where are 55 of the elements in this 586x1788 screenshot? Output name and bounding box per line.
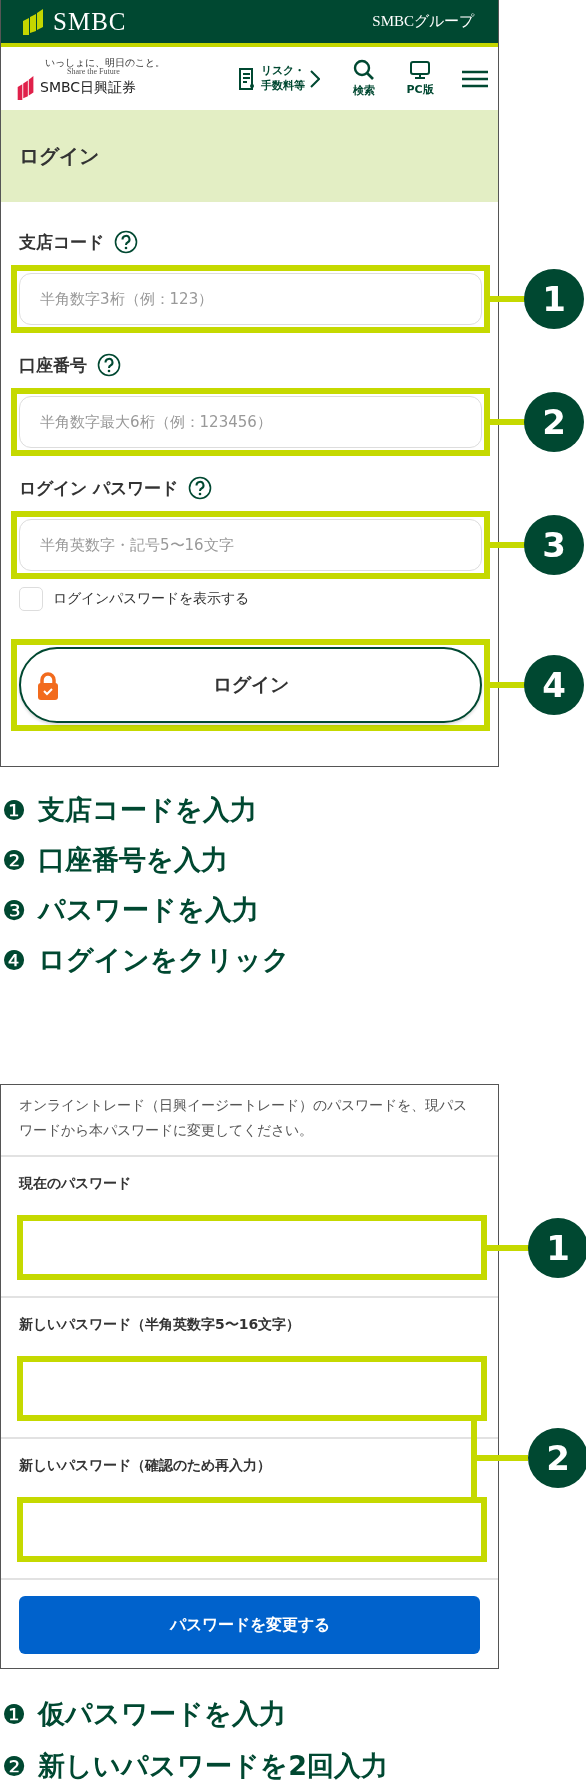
notice-text: オンライントレード（日興イージートレード）のパスワードを、現パスワードから本パスワードに変更してください。 bbox=[1, 1085, 498, 1158]
pc-version-button[interactable]: PC版 bbox=[396, 60, 444, 97]
help-icon[interactable] bbox=[187, 476, 212, 500]
password-field[interactable] bbox=[17, 1215, 487, 1281]
step-marker: 3 bbox=[524, 515, 584, 575]
document-icon bbox=[238, 66, 256, 91]
step-marker: 4 bbox=[524, 655, 584, 715]
step-text: 口座番号を入力 bbox=[38, 843, 229, 877]
step-marker: 1 bbox=[524, 269, 584, 329]
field-label: ログイン パスワード bbox=[19, 476, 178, 500]
step-number: ❷ bbox=[2, 1750, 27, 1782]
step-number: ❹ bbox=[2, 944, 27, 976]
field-label: 新しいパスワード（確認のため再入力） bbox=[19, 1457, 272, 1476]
input-field[interactable]: 半角数字3桁（例：123） bbox=[19, 273, 482, 325]
menu-icon[interactable] bbox=[462, 69, 488, 88]
checkbox-label: ログインパスワードを表示する bbox=[53, 590, 249, 608]
field-label: 支店コード bbox=[19, 230, 104, 254]
step-number: ❷ bbox=[2, 844, 27, 876]
company-name: SMBC日興証券 bbox=[40, 79, 137, 98]
group-name: SMBCグループ bbox=[372, 12, 474, 31]
step-number: ❶ bbox=[2, 794, 27, 826]
step-text: 支店コードを入力 bbox=[38, 793, 258, 827]
input-field[interactable]: 半角数字最大6桁（例：123456） bbox=[19, 396, 482, 448]
stripes-logo-icon bbox=[23, 8, 43, 35]
step-marker: 2 bbox=[528, 1428, 586, 1489]
input-field[interactable]: 半角英数字・記号5〜16文字 bbox=[19, 519, 482, 571]
help-icon[interactable] bbox=[97, 353, 121, 377]
search-icon bbox=[353, 59, 375, 81]
help-icon[interactable] bbox=[114, 230, 138, 254]
field-label: 現在のパスワード bbox=[19, 1175, 132, 1194]
password-field[interactable] bbox=[17, 1497, 487, 1563]
change-password-button[interactable]: パスワードを変更する bbox=[19, 1596, 480, 1655]
chevron-right-icon bbox=[310, 69, 320, 88]
password-field[interactable] bbox=[17, 1356, 487, 1422]
step-text: パスワードを入力 bbox=[38, 893, 260, 927]
lock-icon bbox=[37, 671, 59, 701]
step-marker: 1 bbox=[528, 1217, 586, 1278]
page-title: ログイン bbox=[19, 142, 99, 170]
step-marker: 2 bbox=[524, 392, 584, 452]
step-text: ログインをクリック bbox=[38, 943, 291, 977]
risk-link[interactable]: リスク・ 手数料等 bbox=[238, 64, 320, 93]
checkbox[interactable] bbox=[19, 587, 43, 611]
tagline: いっしょに、明日のこと。 bbox=[45, 56, 165, 68]
step-text: 仮パスワードを入力 bbox=[38, 1697, 287, 1732]
step-number: ❸ bbox=[2, 894, 27, 926]
login-button[interactable]: ログイン bbox=[19, 647, 482, 723]
field-label: 新しいパスワード（半角英数字5〜16文字） bbox=[19, 1316, 302, 1335]
search-button[interactable]: 検索 bbox=[340, 59, 388, 98]
brand-name: SMBC bbox=[53, 7, 127, 36]
field-label: 口座番号 bbox=[19, 353, 87, 377]
step-text: 新しいパスワードを2回入力 bbox=[38, 1749, 388, 1784]
tagline: Share the Future bbox=[67, 67, 120, 77]
stripes-logo-icon bbox=[17, 76, 35, 101]
step-number: ❶ bbox=[2, 1698, 27, 1730]
monitor-icon bbox=[409, 60, 431, 80]
